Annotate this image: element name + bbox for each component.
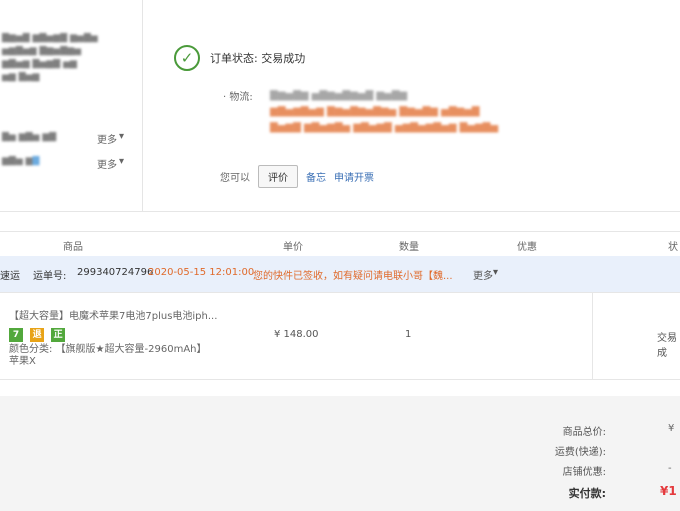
invoice-link[interactable]: 申请开票 — [334, 169, 374, 184]
order-info-panel: ▇▆▅▇ ▆▇▅▆▇ ▆▅▇▅ ▅▆▇▅▆ ▇▆▅▇▆▅ ▆▇▅▆ ▇▅▆▇ ▅▆ ▅… — [0, 0, 143, 211]
column-header-goods: 商品 — [63, 242, 83, 253]
blurred-contact: ▆▇▅ ▆▇ — [2, 156, 40, 166]
blurred-logistics-details: ▇▆▅▇▆ ▅▇▆▅▇▆▅▇ ▆▅▇▆ ▆▇▅▆▇▅▆ ▇▆▅▇▆▅▇▆▅ ▇▆… — [270, 90, 499, 133]
shipping-more-link[interactable]: 更多 — [473, 267, 493, 282]
item-qty: 1 — [405, 329, 412, 340]
order-summary: 商品总价: ¥ 运费(快递): 店铺优惠: - 实付款: ¥1 — [0, 396, 680, 511]
blurred-order-info: ▇▆▅▇ ▆▇▅▆▇ ▆▅▇▅ ▅▆▇▅▆ ▇▆▅▇▆▅ ▆▇▅▆ ▇▅▆▇ ▅▆ ▅… — [2, 33, 98, 82]
column-header-qty: 数量 — [399, 242, 419, 253]
tracking-label: 运单号: — [33, 271, 67, 282]
memo-link[interactable]: 备忘 — [306, 169, 326, 184]
column-divider — [592, 293, 593, 379]
order-actions: 您可以 评价 备忘 申请开票 — [220, 165, 374, 188]
actions-prefix: 您可以 — [220, 173, 250, 184]
shipping-fee-label: 运费(快递): — [554, 447, 606, 458]
goods-total-value: ¥ — [668, 423, 675, 434]
item-status: 交易成 — [657, 333, 677, 359]
divider — [0, 211, 680, 212]
item-title[interactable]: 【超大容量】电魔术苹果7电池7plus电池iph... — [9, 307, 224, 322]
tracking-number: 299340724796 — [77, 267, 154, 278]
item-price: ¥ 148.00 — [274, 329, 319, 340]
logistics-label: · 物流: — [223, 92, 253, 103]
shop-discount-value: - — [668, 463, 672, 474]
table-header: 商品 单价 数量 优惠 状 — [0, 231, 680, 257]
shipping-info-row: 速运 运单号: 299340724796 2020-05-15 12:01:00… — [0, 256, 680, 293]
blurred-shop-name: ▇▅ ▆▇▅ ▆▇ — [2, 132, 57, 142]
chevron-down-icon: ▾ — [493, 267, 499, 278]
delivery-message: 您的快件已签收，如有疑问请电联小哥【魏... — [253, 271, 453, 282]
shop-discount-label: 店铺优惠: — [562, 467, 606, 478]
order-status: ✓ 订单状态: 交易成功 — [174, 42, 305, 74]
paid-value: ¥1 — [660, 484, 677, 498]
attr-extra: 苹果X — [9, 356, 36, 367]
item-badges: 7 退 正 — [9, 322, 67, 342]
more-link-2[interactable]: 更多 — [97, 156, 117, 171]
chevron-down-icon: ▾ — [119, 156, 125, 167]
column-header-discount: 优惠 — [517, 242, 537, 253]
column-header-price: 单价 — [283, 242, 303, 253]
chevron-down-icon: ▾ — [119, 131, 125, 142]
status-label: 订单状态: — [210, 52, 258, 65]
table-row: 【超大容量】电魔术苹果7电池7plus电池iph... 7 退 正 颜色分类: … — [0, 293, 680, 380]
column-header-status: 状 — [668, 242, 678, 253]
evaluate-button[interactable]: 评价 — [258, 165, 298, 188]
more-link-1[interactable]: 更多 — [97, 131, 117, 146]
goods-total-label: 商品总价: — [562, 427, 606, 438]
attr-value: 【旗舰版★超大容量-2960mAh】 — [55, 344, 207, 355]
carrier-name: 速运 — [0, 271, 20, 282]
paid-label: 实付款: — [568, 487, 606, 500]
delivery-time: 2020-05-15 12:01:00 — [148, 267, 255, 278]
check-circle-icon: ✓ — [174, 45, 200, 71]
status-value: 交易成功 — [261, 52, 306, 65]
